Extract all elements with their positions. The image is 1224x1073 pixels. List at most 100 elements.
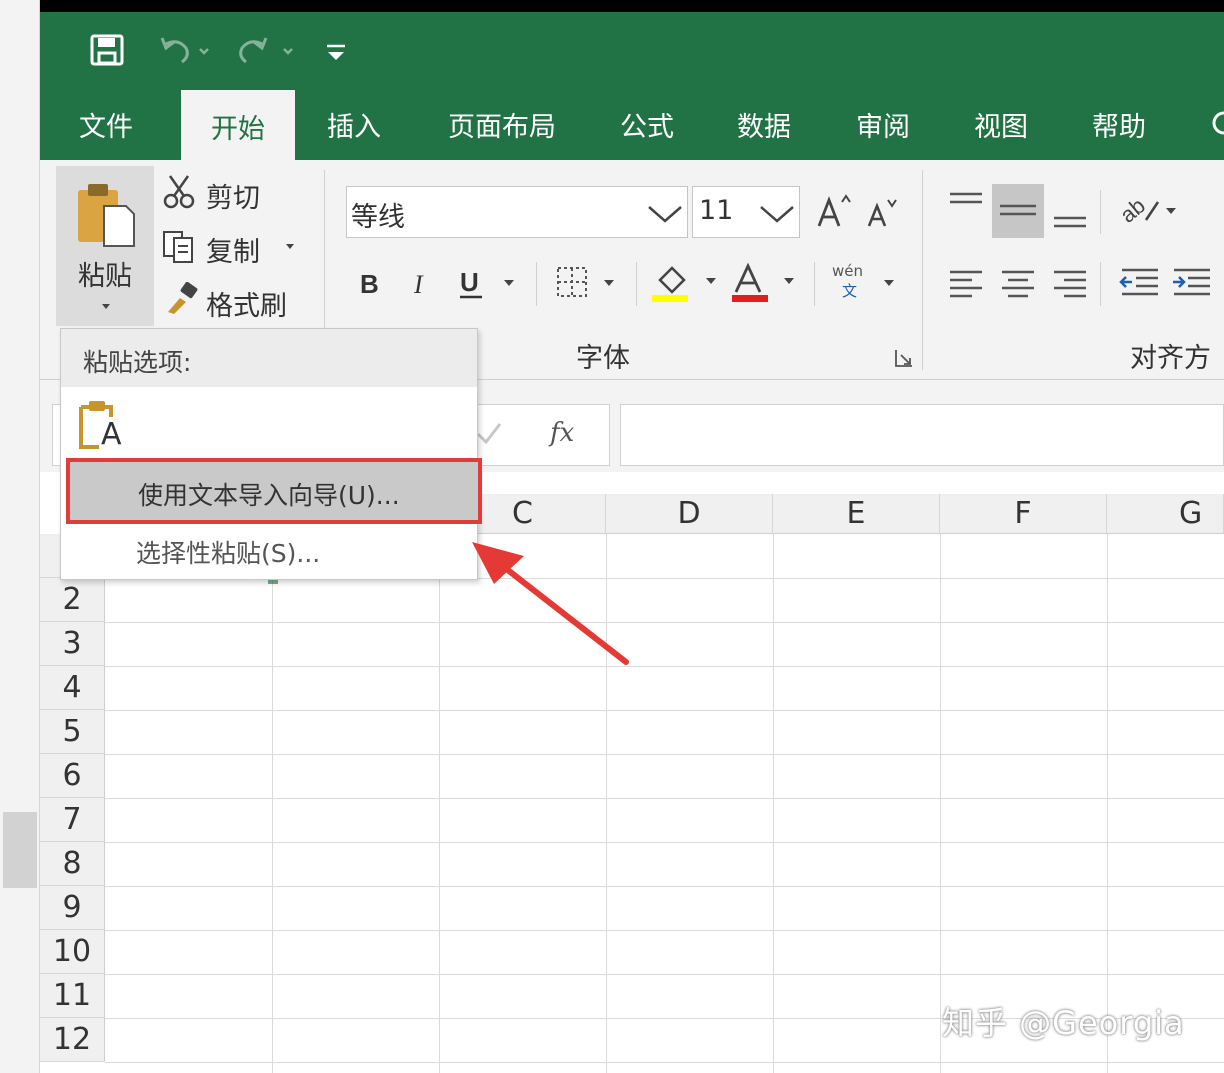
svg-text:ab: ab bbox=[1118, 193, 1150, 228]
dialog-launcher-icon[interactable] bbox=[894, 348, 914, 368]
red-arrow-annotation bbox=[472, 542, 629, 665]
enter-check-icon[interactable] bbox=[474, 418, 504, 448]
copy-dropdown-icon[interactable] bbox=[284, 242, 296, 252]
decrease-indent-icon[interactable] bbox=[1118, 262, 1162, 302]
tab-review[interactable]: 审阅 bbox=[841, 88, 925, 160]
search-icon[interactable] bbox=[1208, 106, 1224, 142]
tab-view[interactable]: 视图 bbox=[959, 88, 1043, 160]
row-header[interactable]: 6 bbox=[40, 754, 105, 798]
borders-icon[interactable] bbox=[554, 264, 624, 302]
shrink-font-icon[interactable] bbox=[866, 196, 900, 232]
align-center-icon[interactable] bbox=[998, 262, 1038, 302]
row-header[interactable]: 9 bbox=[40, 886, 105, 930]
scissors-icon bbox=[163, 175, 195, 209]
formula-input[interactable] bbox=[620, 404, 1224, 466]
format-painter-button[interactable]: 格式刷 bbox=[162, 280, 312, 324]
column-header-e[interactable]: E bbox=[773, 494, 940, 534]
orientation-icon[interactable]: ab bbox=[1115, 190, 1188, 232]
font-color-icon[interactable] bbox=[730, 262, 800, 304]
customize-qat-icon[interactable] bbox=[324, 34, 348, 70]
grid-line bbox=[105, 974, 1224, 975]
cut-label: 剪切 bbox=[206, 183, 260, 214]
paste-dropdown-icon[interactable] bbox=[100, 302, 112, 312]
divider bbox=[536, 262, 537, 306]
copy-button[interactable]: 复制 bbox=[162, 226, 312, 270]
divider bbox=[1100, 190, 1101, 234]
grid-line bbox=[105, 666, 1224, 667]
watermark: 知乎 @Georgia bbox=[942, 1004, 1185, 1042]
tab-formulas[interactable]: 公式 bbox=[605, 88, 689, 160]
divider bbox=[814, 262, 815, 306]
redo-icon[interactable] bbox=[236, 32, 296, 68]
svg-text:B: B bbox=[360, 269, 379, 299]
column-header-f[interactable]: F bbox=[940, 494, 1107, 534]
grid-line bbox=[105, 710, 1224, 711]
grid-line bbox=[105, 798, 1224, 799]
insert-function-icon[interactable]: fx bbox=[550, 418, 574, 448]
grid-line bbox=[773, 534, 774, 1073]
italic-icon[interactable]: I bbox=[408, 266, 436, 300]
grow-font-icon[interactable] bbox=[816, 192, 852, 232]
row-header[interactable]: 10 bbox=[40, 930, 105, 974]
brush-icon bbox=[168, 282, 198, 314]
increase-indent-icon[interactable] bbox=[1170, 262, 1214, 302]
top-align-icon[interactable] bbox=[944, 188, 988, 228]
bottom-align-icon[interactable] bbox=[1050, 196, 1090, 236]
row-header[interactable]: 5 bbox=[40, 710, 105, 754]
phonetic-guide-button[interactable]: wén 文 bbox=[830, 262, 900, 304]
excel-window: 文件 开始 插入 页面布局 公式 数据 审阅 视图 帮助 粘贴 剪切 复制 格式… bbox=[0, 0, 1224, 1073]
tab-file[interactable]: 文件 bbox=[64, 88, 148, 160]
font-size-select[interactable]: 11 bbox=[692, 186, 800, 238]
phonetic-bottom-text: 文 bbox=[842, 282, 858, 300]
cut-button[interactable]: 剪切 bbox=[162, 172, 302, 216]
middle-align-icon[interactable] bbox=[992, 184, 1044, 238]
chevron-down-icon bbox=[648, 206, 682, 223]
bold-icon[interactable]: B bbox=[356, 266, 384, 300]
column-header-d[interactable]: D bbox=[606, 494, 773, 534]
chevron-down-icon bbox=[760, 206, 794, 223]
paste-options-header: 粘贴选项: bbox=[61, 329, 477, 387]
paste-text-only-option[interactable]: A bbox=[75, 397, 129, 453]
font-size-value: 11 bbox=[699, 195, 734, 226]
grid-line bbox=[105, 842, 1224, 843]
column-header-g[interactable]: G bbox=[1107, 494, 1224, 534]
row-header[interactable]: 3 bbox=[40, 622, 105, 666]
grid-line bbox=[105, 754, 1224, 755]
font-name-select[interactable]: 等线 bbox=[346, 186, 688, 238]
fill-color-icon[interactable] bbox=[650, 262, 720, 304]
tab-help[interactable]: 帮助 bbox=[1077, 88, 1161, 160]
align-right-icon[interactable] bbox=[1050, 262, 1090, 302]
row-header[interactable]: 2 bbox=[40, 578, 105, 622]
paste-label: 粘贴 bbox=[78, 261, 132, 292]
grid-line bbox=[105, 1062, 1224, 1063]
group-divider bbox=[922, 170, 923, 370]
tab-data[interactable]: 数据 bbox=[722, 88, 806, 160]
scroll-thumb[interactable] bbox=[3, 812, 37, 888]
row-header[interactable]: 12 bbox=[40, 1018, 105, 1062]
svg-text:U: U bbox=[460, 267, 479, 297]
undo-icon[interactable] bbox=[158, 32, 212, 68]
paste-button[interactable]: 粘贴 bbox=[56, 166, 154, 326]
row-header[interactable]: 4 bbox=[40, 666, 105, 710]
copy-icon bbox=[163, 231, 193, 263]
tab-page-layout[interactable]: 页面布局 bbox=[432, 88, 572, 160]
paste-special-item[interactable]: 选择性粘贴(S)... bbox=[136, 534, 320, 570]
grid-line bbox=[1107, 534, 1108, 1073]
divider bbox=[636, 262, 637, 306]
row-header[interactable]: 7 bbox=[40, 798, 105, 842]
tab-home[interactable]: 开始 bbox=[181, 90, 295, 162]
text-import-wizard-item[interactable]: 使用文本导入向导(U)... bbox=[66, 458, 482, 524]
text-import-wizard-label: 使用文本导入向导(U)... bbox=[138, 481, 400, 510]
phonetic-top-text: wén bbox=[832, 262, 864, 280]
tab-insert[interactable]: 插入 bbox=[312, 88, 396, 160]
format-painter-label: 格式刷 bbox=[206, 291, 287, 322]
save-icon[interactable] bbox=[90, 32, 124, 68]
grid-line bbox=[272, 534, 273, 1073]
row-header[interactable]: 8 bbox=[40, 842, 105, 886]
row-header[interactable]: 11 bbox=[40, 974, 105, 1018]
underline-icon[interactable]: U bbox=[458, 264, 522, 302]
grid-line bbox=[439, 534, 440, 1073]
grid-line bbox=[105, 886, 1224, 887]
grid-line bbox=[105, 930, 1224, 931]
align-left-icon[interactable] bbox=[946, 262, 986, 302]
